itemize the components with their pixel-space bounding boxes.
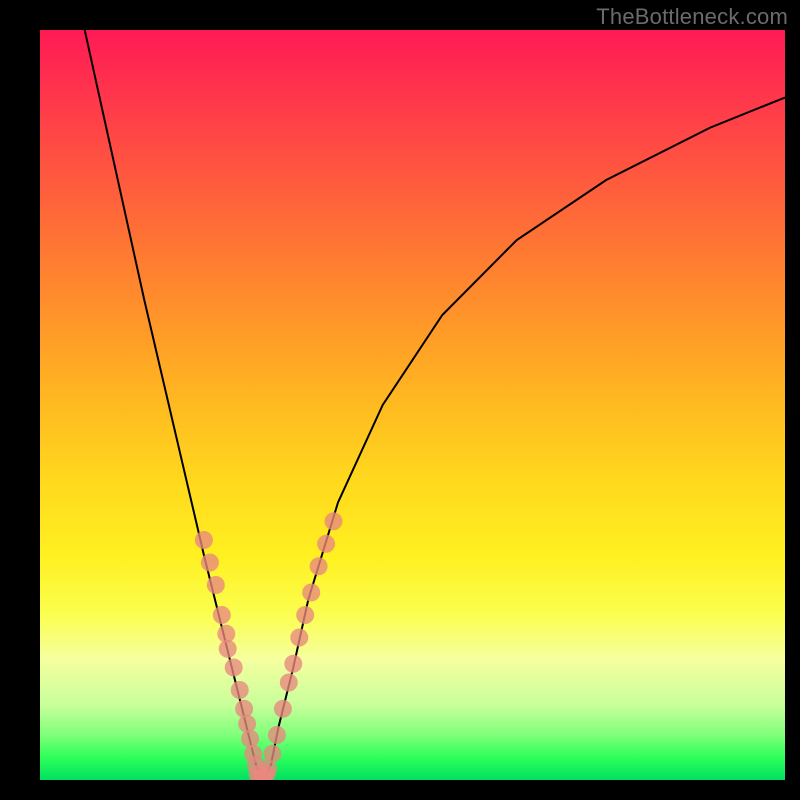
sample-dot <box>284 655 302 673</box>
bottleneck-curve <box>85 30 785 780</box>
sample-dot <box>241 730 259 748</box>
dot-layer <box>195 512 343 780</box>
sample-dot <box>302 584 320 602</box>
sample-dot <box>274 700 292 718</box>
sample-dot <box>195 531 213 549</box>
sample-dot <box>280 674 298 692</box>
sample-dot <box>219 640 237 658</box>
sample-dot <box>225 659 243 677</box>
plot-area <box>40 30 785 780</box>
watermark-text: TheBottleneck.com <box>596 4 788 30</box>
sample-dot <box>235 700 253 718</box>
sample-dot <box>310 557 328 575</box>
sample-dot <box>263 745 281 763</box>
sample-dot <box>238 715 256 733</box>
sample-dot <box>207 576 225 594</box>
sample-dot <box>296 606 314 624</box>
sample-dot <box>317 535 335 553</box>
sample-dot <box>325 512 343 530</box>
curve-layer <box>40 30 785 780</box>
chart-frame: TheBottleneck.com <box>0 0 800 800</box>
sample-dot <box>213 606 231 624</box>
sample-dot <box>268 726 286 744</box>
sample-dot <box>201 554 219 572</box>
sample-dot <box>290 629 308 647</box>
sample-dot <box>231 681 249 699</box>
